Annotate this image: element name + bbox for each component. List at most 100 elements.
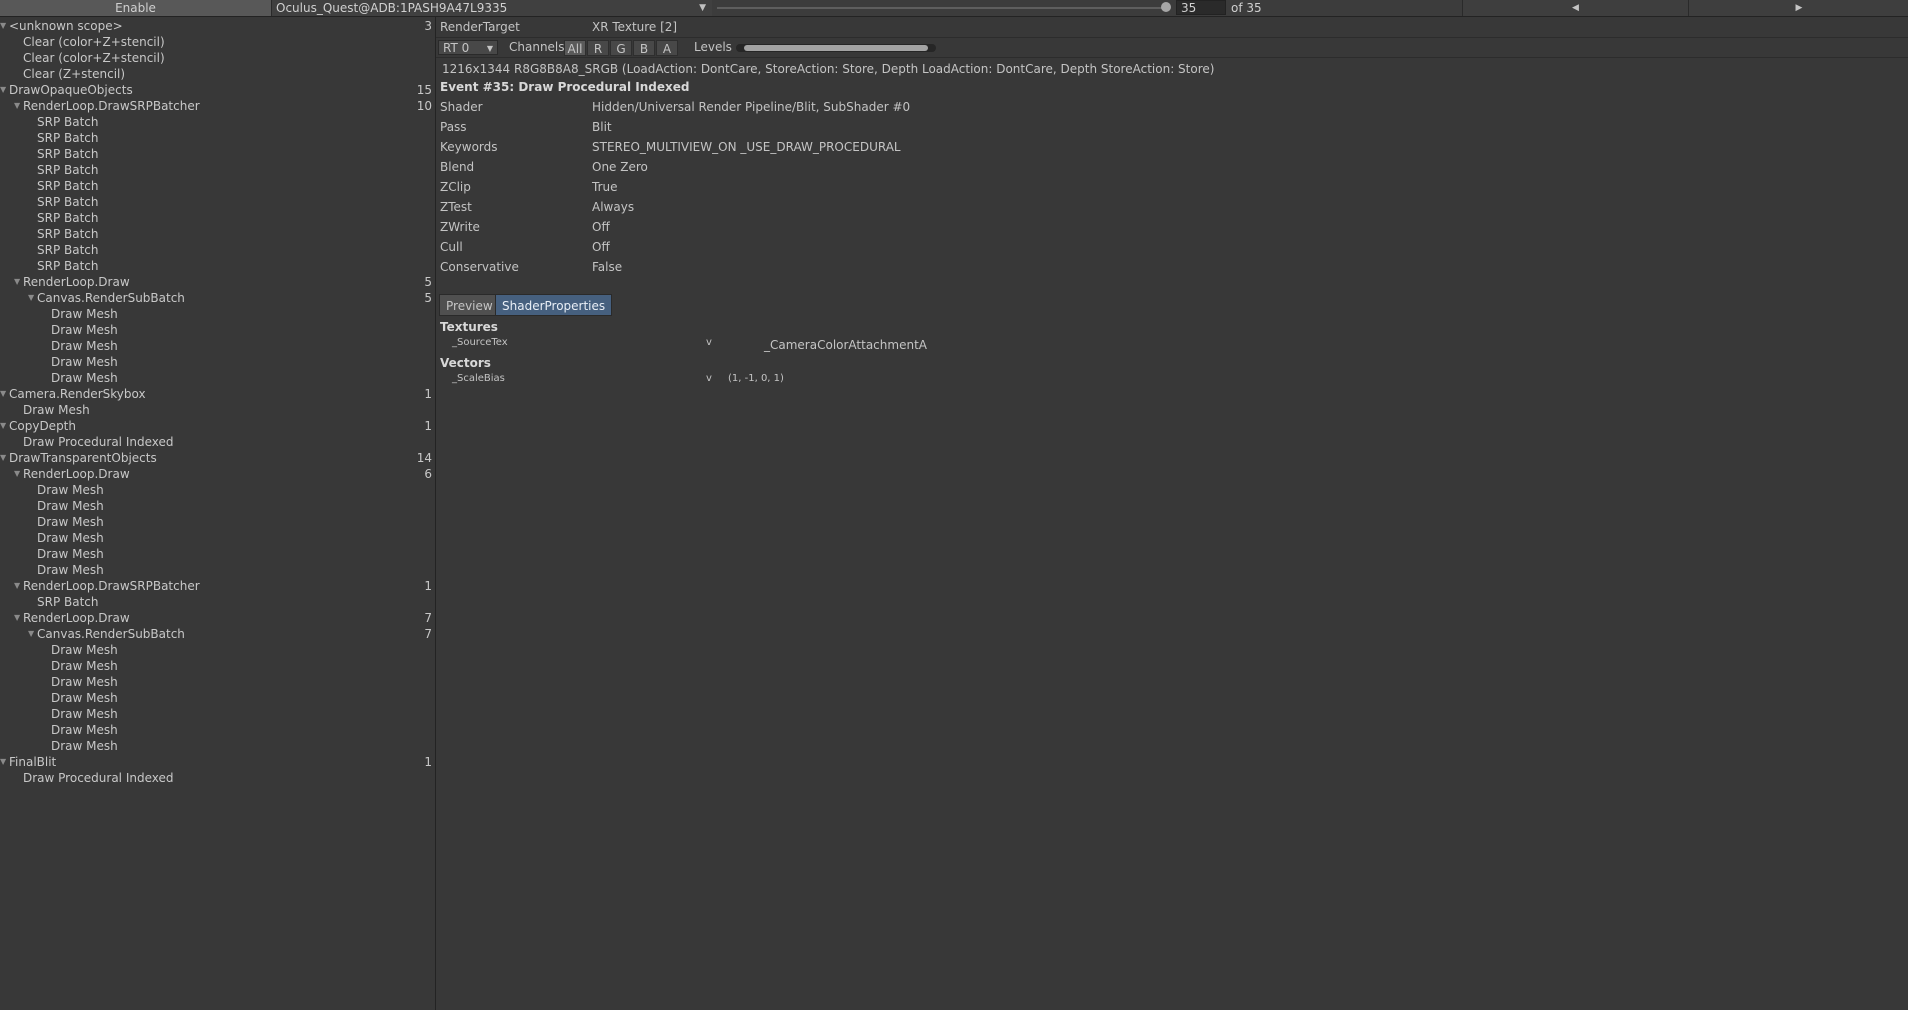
- tree-row[interactable]: Draw Procedural Indexed: [0, 434, 434, 450]
- expand-triangle-icon[interactable]: ▼: [0, 386, 6, 402]
- tree-row-label: Draw Mesh: [51, 371, 118, 385]
- tree-row-count: 7: [424, 611, 432, 625]
- tree-row[interactable]: ▼ DrawOpaqueObjects 15: [0, 82, 434, 98]
- tree-row-label: Draw Mesh: [37, 499, 104, 513]
- event-details-panel: RenderTarget XR Texture [2] RT 0 ▼ Chann…: [436, 17, 1908, 1010]
- tree-row[interactable]: ▼ DrawTransparentObjects 14: [0, 450, 434, 466]
- tree-row[interactable]: SRP Batch: [0, 162, 434, 178]
- tree-row[interactable]: SRP Batch: [0, 258, 434, 274]
- tree-row-count: 1: [424, 579, 432, 593]
- property-label: Cull: [440, 240, 463, 254]
- tree-row[interactable]: Draw Mesh: [0, 402, 434, 418]
- device-name: Oculus_Quest@ADB:1PASH9A47L9335: [276, 1, 508, 15]
- tree-row-label: Clear (color+Z+stencil): [23, 35, 165, 49]
- tree-row[interactable]: Clear (color+Z+stencil): [0, 50, 434, 66]
- tree-row[interactable]: Draw Mesh: [0, 482, 434, 498]
- property-value: Hidden/Universal Render Pipeline/Blit, S…: [592, 100, 911, 114]
- prev-event-button[interactable]: ◀: [1462, 0, 1688, 16]
- tree-row[interactable]: Draw Mesh: [0, 370, 434, 386]
- tree-row-label: Draw Mesh: [37, 483, 104, 497]
- tree-row[interactable]: Draw Mesh: [0, 546, 434, 562]
- channel-r-button[interactable]: R: [587, 40, 609, 56]
- tree-row[interactable]: SRP Batch: [0, 146, 434, 162]
- levels-range-fill[interactable]: [744, 45, 928, 51]
- tree-row[interactable]: Draw Mesh: [0, 658, 434, 674]
- tree-row[interactable]: ▼ RenderLoop.Draw 6: [0, 466, 434, 482]
- channel-g-button[interactable]: G: [610, 40, 632, 56]
- enable-button[interactable]: Enable: [0, 0, 272, 16]
- expand-triangle-icon[interactable]: ▼: [14, 578, 20, 594]
- levels-range-slider[interactable]: [736, 44, 936, 52]
- tree-row[interactable]: Draw Mesh: [0, 722, 434, 738]
- tree-row[interactable]: Draw Mesh: [0, 322, 434, 338]
- tree-row[interactable]: Clear (color+Z+stencil): [0, 34, 434, 50]
- tree-row[interactable]: ▼ Canvas.RenderSubBatch 7: [0, 626, 434, 642]
- event-slider-thumb[interactable]: [1161, 2, 1171, 12]
- expand-triangle-icon[interactable]: ▼: [0, 450, 6, 466]
- tree-row[interactable]: ▼ <unknown scope> 3: [0, 18, 434, 34]
- tree-row[interactable]: Draw Mesh: [0, 338, 434, 354]
- tree-row[interactable]: ▼ Camera.RenderSkybox 1: [0, 386, 434, 402]
- expand-triangle-icon[interactable]: ▼: [28, 290, 34, 306]
- tree-row[interactable]: SRP Batch: [0, 178, 434, 194]
- tree-row[interactable]: SRP Batch: [0, 194, 434, 210]
- tree-row-count: 5: [424, 291, 432, 305]
- tree-row-label: Draw Mesh: [51, 675, 118, 689]
- expand-triangle-icon[interactable]: ▼: [14, 610, 20, 626]
- channel-a-button[interactable]: A: [656, 40, 678, 56]
- tree-row[interactable]: ▼ Canvas.RenderSubBatch 5: [0, 290, 434, 306]
- tree-row[interactable]: Draw Mesh: [0, 642, 434, 658]
- tree-row[interactable]: SRP Batch: [0, 114, 434, 130]
- tab-shader-properties[interactable]: ShaderProperties: [495, 294, 613, 316]
- tree-row[interactable]: Clear (Z+stencil): [0, 66, 434, 82]
- tree-row[interactable]: ▼ RenderLoop.DrawSRPBatcher 1: [0, 578, 434, 594]
- event-slider[interactable]: [717, 7, 1165, 9]
- tree-row-label: DrawTransparentObjects: [9, 451, 157, 465]
- tree-row[interactable]: Draw Mesh: [0, 354, 434, 370]
- property-value: False: [592, 260, 623, 274]
- tree-row[interactable]: Draw Mesh: [0, 498, 434, 514]
- tree-row[interactable]: Draw Mesh: [0, 514, 434, 530]
- tab-preview[interactable]: Preview: [439, 294, 500, 316]
- expand-triangle-icon[interactable]: ▼: [0, 18, 6, 34]
- expand-triangle-icon[interactable]: ▼: [28, 626, 34, 642]
- tree-row[interactable]: SRP Batch: [0, 242, 434, 258]
- tree-row[interactable]: Draw Mesh: [0, 690, 434, 706]
- tree-row[interactable]: ▼ RenderLoop.Draw 7: [0, 610, 434, 626]
- triangle-right-icon: ▶: [1795, 3, 1803, 13]
- tree-row-label: Camera.RenderSkybox: [9, 387, 146, 401]
- tree-row[interactable]: ▼ RenderLoop.Draw 5: [0, 274, 434, 290]
- render-target-label: RenderTarget: [440, 20, 520, 34]
- tree-row[interactable]: ▼ FinalBlit 1: [0, 754, 434, 770]
- tree-row[interactable]: Draw Mesh: [0, 706, 434, 722]
- tree-row[interactable]: Draw Mesh: [0, 530, 434, 546]
- expand-triangle-icon[interactable]: ▼: [14, 98, 20, 114]
- tree-row[interactable]: SRP Batch: [0, 226, 434, 242]
- next-event-button[interactable]: ▶: [1688, 0, 1908, 16]
- property-label: Conservative: [440, 260, 519, 274]
- tree-row-label: Draw Mesh: [37, 563, 104, 577]
- tree-row[interactable]: Draw Procedural Indexed: [0, 770, 434, 786]
- tree-row[interactable]: Draw Mesh: [0, 562, 434, 578]
- tree-row[interactable]: SRP Batch: [0, 594, 434, 610]
- tree-row[interactable]: ▼ CopyDepth 1: [0, 418, 434, 434]
- expand-triangle-icon[interactable]: ▼: [0, 418, 6, 434]
- texture-value[interactable]: _CameraColorAttachmentA: [764, 338, 927, 352]
- channel-b-button[interactable]: B: [633, 40, 655, 56]
- tree-row[interactable]: Draw Mesh: [0, 306, 434, 322]
- tree-row[interactable]: Draw Mesh: [0, 674, 434, 690]
- device-dropdown[interactable]: Oculus_Quest@ADB:1PASH9A47L9335 ▼: [272, 0, 712, 16]
- channel-all-button[interactable]: All: [564, 40, 586, 56]
- event-tree: ▼ <unknown scope> 3 Clear (color+Z+stencil)…: [0, 18, 434, 1010]
- event-index-field[interactable]: 35: [1176, 0, 1226, 15]
- expand-triangle-icon[interactable]: ▼: [14, 466, 20, 482]
- rt-select-dropdown[interactable]: RT 0 ▼: [438, 40, 498, 55]
- expand-triangle-icon[interactable]: ▼: [0, 82, 6, 98]
- expand-triangle-icon[interactable]: ▼: [0, 754, 6, 770]
- tree-row[interactable]: ▼ RenderLoop.DrawSRPBatcher 10: [0, 98, 434, 114]
- tree-row-label: SRP Batch: [37, 227, 99, 241]
- expand-triangle-icon[interactable]: ▼: [14, 274, 20, 290]
- tree-row[interactable]: SRP Batch: [0, 130, 434, 146]
- tree-row[interactable]: SRP Batch: [0, 210, 434, 226]
- tree-row[interactable]: Draw Mesh: [0, 738, 434, 754]
